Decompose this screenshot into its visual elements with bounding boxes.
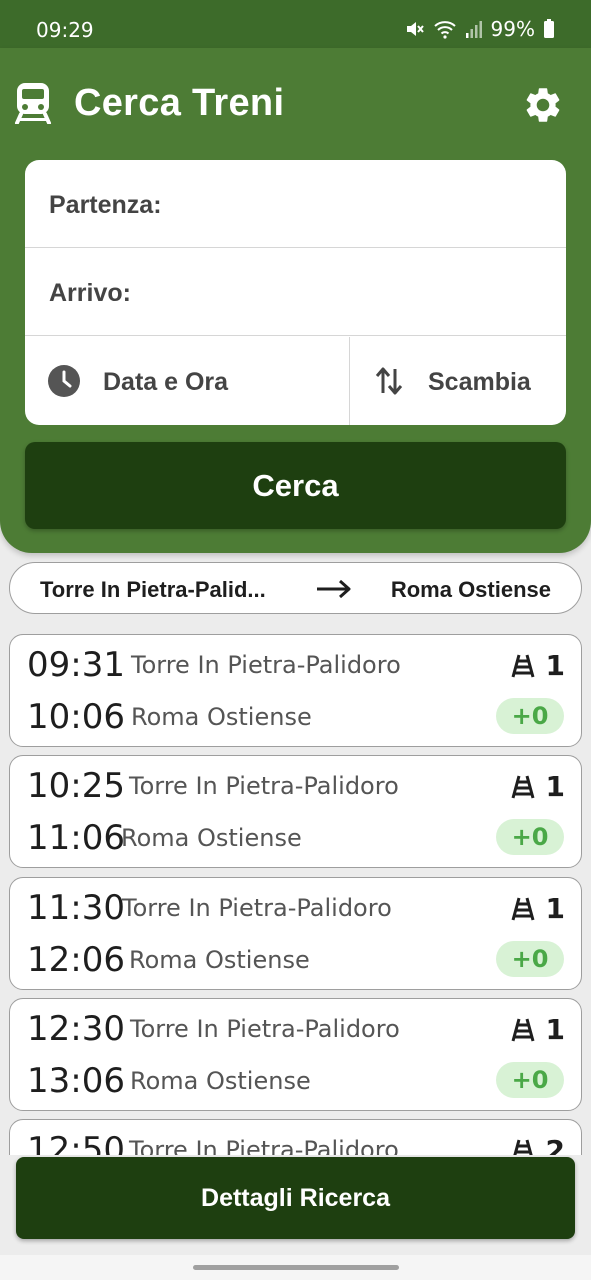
app-title: Cerca Treni [74,82,285,124]
search-button[interactable]: Cerca [25,442,566,529]
platform: 1 [510,892,565,925]
signal-icon [465,21,482,38]
departure-station: Torre In Pietra-Palidoro [129,1136,399,1155]
rail-track-icon [511,897,534,920]
arrival-station: Roma Ostiense [121,824,302,852]
platform: 1 [510,1013,565,1046]
departure-time: 12:50 [27,1130,125,1155]
arrival-label: Arrivo: [49,279,131,307]
arrival-station: Roma Ostiense [129,946,310,974]
search-details-button[interactable]: Dettagli Ricerca [16,1157,575,1239]
datetime-label: Data e Ora [103,368,229,396]
status-icons: 99% [405,17,555,41]
departure-station: Torre In Pietra-Palidoro [131,651,401,679]
departure-time: 10:25 [27,766,125,806]
rail-track-icon [512,1139,533,1155]
departure-field[interactable]: Partenza: [25,160,566,248]
delay-badge: +0 [496,819,564,855]
departure-station: Torre In Pietra-Palidoro [122,894,392,922]
platform: 1 [510,649,565,682]
home-indicator[interactable] [193,1265,399,1270]
train-icon [15,83,51,124]
departure-time: 09:31 [27,645,125,685]
rail-track-icon [511,775,534,798]
arrow-right-icon [317,579,351,599]
arrival-field[interactable]: Arrivo: [25,248,566,336]
train-card[interactable]: 09:31 Torre In Pietra-Palidoro 10:06 Rom… [9,634,582,747]
navigation-bar [0,1255,591,1280]
delay-badge: +0 [496,1062,564,1098]
wifi-icon [433,21,456,39]
departure-time: 12:30 [27,1009,125,1049]
arrival-station: Roma Ostiense [130,1067,311,1095]
train-card[interactable]: 11:30 Torre In Pietra-Palidoro 12:06 Rom… [9,877,582,990]
platform: 1 [510,770,565,803]
platform-number: 1 [545,892,565,925]
rail-track-icon [511,654,534,677]
delay-badge: +0 [496,941,564,977]
arrival-station: Roma Ostiense [131,703,312,731]
swap-icon [375,367,403,395]
departure-time: 11:30 [27,888,125,928]
gear-icon[interactable] [522,84,564,126]
platform-number: 1 [545,770,565,803]
bottom-bar: Dettagli Ricerca [0,1155,591,1255]
route-summary[interactable]: Torre In Pietra-Palid... Roma Ostiense [9,562,582,614]
arrival-time: 12:06 [27,940,125,980]
train-card[interactable]: 12:50 Torre In Pietra-Palidoro 2 [9,1119,582,1155]
search-card: Partenza: Arrivo: Data e Ora Scambia [25,160,566,425]
arrival-time: 13:06 [27,1061,125,1101]
departure-station: Torre In Pietra-Palidoro [130,1015,400,1043]
mute-icon [406,22,424,36]
platform-number: 1 [545,649,565,682]
rail-track-icon [511,1018,534,1041]
train-card[interactable]: 10:25 Torre In Pietra-Palidoro 11:06 Rom… [9,755,582,868]
departure-station: Torre In Pietra-Palidoro [129,772,399,800]
departure-label: Partenza: [49,191,162,219]
arrival-time: 10:06 [27,697,125,737]
route-from: Torre In Pietra-Palid... [40,577,266,602]
app-header: Cerca Treni Partenza: Arrivo: Data e Ora [0,48,591,553]
arrival-time: 11:06 [27,818,125,858]
train-card[interactable]: 12:30 Torre In Pietra-Palidoro 13:06 Rom… [9,998,582,1111]
route-to: Roma Ostiense [390,577,551,602]
platform: 2 [510,1134,565,1155]
status-bar: 09:29 99% [0,0,591,48]
swap-label: Scambia [428,368,531,396]
battery-icon [544,19,554,38]
datetime-button[interactable]: Data e Ora [25,337,349,425]
status-time: 09:29 [36,18,94,42]
options-row: Data e Ora Scambia [25,337,566,425]
battery-percent: 99% [490,17,535,41]
results-list[interactable]: 09:31 Torre In Pietra-Palidoro 10:06 Rom… [0,620,591,1155]
platform-number: 2 [545,1134,565,1155]
delay-badge: +0 [496,698,564,734]
clock-icon [48,365,80,397]
swap-button[interactable]: Scambia [350,337,566,425]
platform-number: 1 [545,1013,565,1046]
